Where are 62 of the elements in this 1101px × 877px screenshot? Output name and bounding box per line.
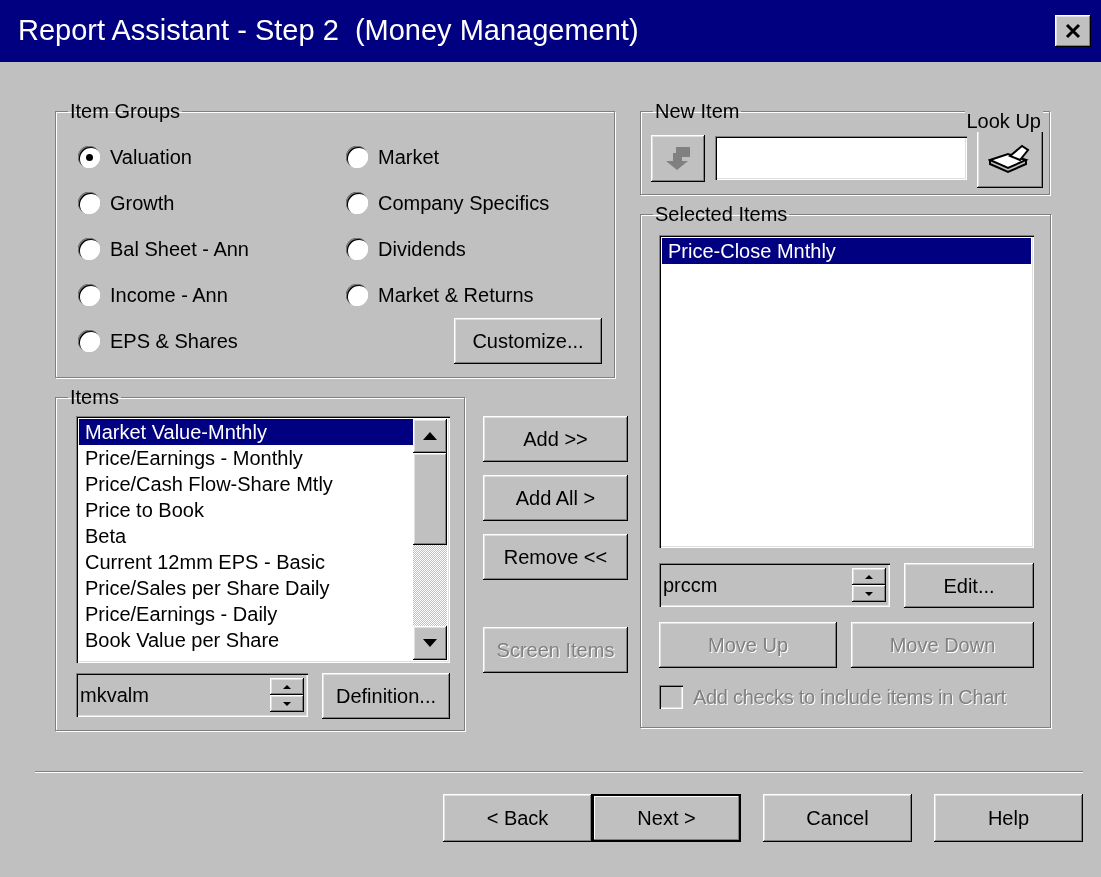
dialog-button[interactable]: < Back <box>443 794 592 842</box>
radio-label[interactable]: Bal Sheet - Ann <box>110 234 249 264</box>
list-item[interactable]: Market Value-Mnthly <box>79 419 413 445</box>
radio-label[interactable]: Growth <box>110 188 175 218</box>
new-item-field[interactable] <box>715 136 967 180</box>
dialog-button[interactable]: Add >> <box>483 416 628 462</box>
list-item[interactable]: Current 12mm EPS - Basic <box>79 549 413 575</box>
items-list[interactable]: Market Value-Mnthly Price/Earnings - Monthly Price/Cash Flow-Share Mtly Price to Book Beta Current 12mm EPS - Basic Price/Sales per Share Daily Price/Earnings - Daily Book Value per Share <box>76 416 450 663</box>
code-field[interactable]: prccm <box>659 563 890 607</box>
dialog-button[interactable]: Edit... <box>904 563 1034 608</box>
list-item[interactable]: Book Value per Share <box>79 627 413 653</box>
radio-button[interactable] <box>78 330 100 352</box>
list-item[interactable]: Price/Sales per Share Daily <box>79 575 413 601</box>
radio-label[interactable]: Market <box>378 142 440 172</box>
radio-button[interactable] <box>346 284 368 306</box>
close-button[interactable] <box>1055 15 1091 47</box>
group-title: Selected Items <box>654 203 789 225</box>
group-title: Item Groups <box>69 100 182 122</box>
bent-arrow-icon <box>664 145 692 171</box>
list-item[interactable]: Price-Close Mnthly <box>662 238 1031 264</box>
dialog-button[interactable]: Help <box>934 794 1083 842</box>
scroll-down-icon[interactable] <box>413 626 447 660</box>
insert-button[interactable] <box>651 134 705 182</box>
scrollbar[interactable] <box>413 419 447 660</box>
radio-button[interactable] <box>78 238 100 260</box>
group-title: Items <box>69 386 120 408</box>
close-icon <box>1065 23 1081 39</box>
group-title: Look Up <box>964 110 1043 132</box>
radio-button[interactable] <box>346 146 368 168</box>
list-item[interactable]: Beta <box>79 523 413 549</box>
radio-label[interactable]: Dividends <box>378 234 466 264</box>
radio-label[interactable]: Company Specifics <box>378 188 550 218</box>
dialog-button[interactable]: Cancel <box>763 794 912 842</box>
radio-button[interactable] <box>78 192 100 214</box>
spin-up-icon[interactable] <box>852 568 886 585</box>
dialog-button[interactable]: Definition... <box>322 673 450 719</box>
radio-button[interactable] <box>78 146 100 168</box>
radio-label[interactable]: Income - Ann <box>110 280 228 310</box>
dialog-button[interactable]: Add All > <box>483 475 628 521</box>
spin-up-icon[interactable] <box>270 678 304 695</box>
scroll-up-icon[interactable] <box>413 419 447 453</box>
spin-down-icon[interactable] <box>852 585 886 602</box>
scroll-thumb[interactable] <box>413 453 447 545</box>
list-item[interactable]: Price/Cash Flow-Share Mtly <box>79 471 413 497</box>
radio-label[interactable]: Market & Returns <box>378 280 534 310</box>
dialog-button[interactable]: Next > <box>592 794 741 842</box>
group-title: New Item <box>654 100 741 122</box>
radio-label[interactable]: EPS & Shares <box>110 326 238 356</box>
selected-items-list[interactable]: Price-Close Mnthly <box>659 235 1034 548</box>
code-field[interactable]: mkvalm <box>76 673 308 717</box>
list-item[interactable]: Price/Earnings - Daily <box>79 601 413 627</box>
radio-button[interactable] <box>346 238 368 260</box>
book-icon <box>988 142 1032 174</box>
radio-button[interactable] <box>78 284 100 306</box>
radio-label[interactable]: Valuation <box>110 142 192 172</box>
list-item[interactable]: Price to Book <box>79 497 413 523</box>
radio-button[interactable] <box>346 192 368 214</box>
spin-down-icon[interactable] <box>270 695 304 712</box>
list-item[interactable]: Price/Earnings - Monthly <box>79 445 413 471</box>
dialog-button[interactable]: Customize... <box>454 318 602 364</box>
window-title: Report Assistant - Step 2 (Money Management) <box>18 13 640 49</box>
dialog-button[interactable]: Remove << <box>483 534 628 580</box>
